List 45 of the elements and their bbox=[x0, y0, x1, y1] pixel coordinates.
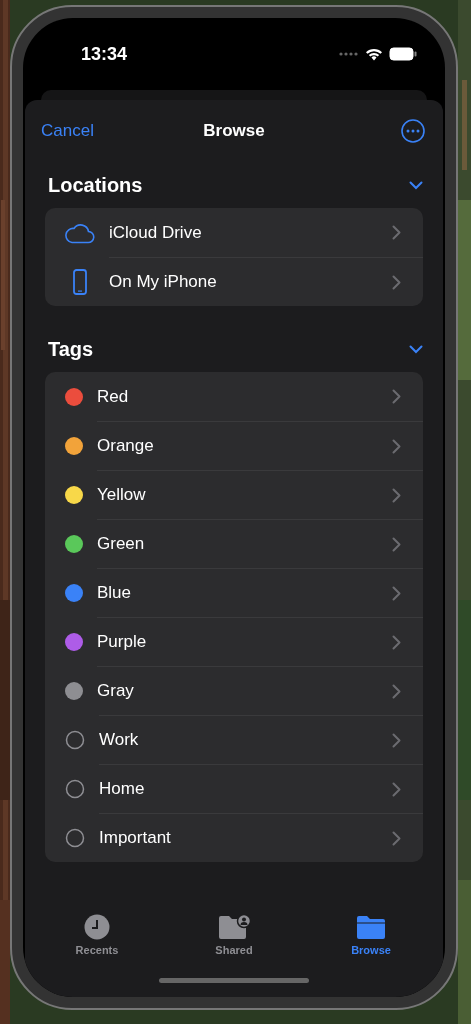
chevron-down-icon[interactable] bbox=[409, 344, 423, 354]
tag-label[interactable]: Home bbox=[99, 779, 145, 799]
cloud-icon bbox=[65, 221, 95, 244]
cancel-button[interactable]: Cancel bbox=[41, 121, 94, 141]
tag-label[interactable]: Yellow bbox=[97, 485, 146, 505]
tab-bar-item[interactable]: Shared bbox=[202, 914, 266, 956]
tag-label[interactable]: Purple bbox=[97, 632, 147, 652]
battery-icon bbox=[389, 47, 417, 61]
tag-label[interactable]: Red bbox=[97, 386, 129, 407]
tag-label[interactable]: Orange bbox=[97, 436, 154, 456]
chevron-right-icon bbox=[392, 781, 401, 797]
chevron-right-icon bbox=[392, 683, 401, 699]
empty-tag-circle bbox=[65, 778, 85, 799]
section-title: Locations bbox=[48, 173, 143, 197]
sheet-title: Browse bbox=[203, 121, 265, 141]
wifi-icon bbox=[365, 47, 383, 61]
chevron-right-icon bbox=[392, 585, 401, 601]
empty-tag-circle bbox=[65, 729, 85, 750]
status-time: 13:34 bbox=[81, 43, 128, 65]
chevron-right-icon bbox=[392, 487, 401, 503]
folder-icon bbox=[357, 914, 385, 940]
empty-tag-circle bbox=[65, 827, 85, 848]
shared-folder-icon bbox=[217, 914, 251, 940]
tab-bar-item[interactable]: Recents bbox=[65, 914, 129, 956]
tag-label[interactable]: Work bbox=[99, 730, 139, 750]
tag-label[interactable]: Blue bbox=[97, 583, 132, 603]
chevron-right-icon bbox=[392, 634, 401, 650]
chevron-right-icon bbox=[392, 274, 401, 290]
chevron-right-icon bbox=[392, 438, 401, 454]
more-icon[interactable] bbox=[401, 119, 425, 143]
chevron-right-icon bbox=[392, 830, 401, 846]
chevron-right-icon bbox=[392, 225, 401, 240]
location-label[interactable]: On My iPhone bbox=[109, 272, 217, 292]
chevron-right-icon bbox=[392, 536, 401, 552]
tag-label[interactable]: Gray bbox=[97, 681, 134, 701]
location-label[interactable]: iCloud Drive bbox=[109, 222, 202, 243]
tag-label[interactable]: Green bbox=[97, 534, 145, 554]
tab-bar-item[interactable]: Browse bbox=[339, 914, 403, 956]
chevron-right-icon bbox=[392, 732, 401, 748]
chevron-right-icon bbox=[392, 389, 401, 404]
clock-icon bbox=[84, 914, 110, 940]
chevron-down-icon[interactable] bbox=[409, 180, 423, 190]
section-title: Tags bbox=[48, 337, 94, 361]
signal-dots-icon bbox=[339, 52, 359, 56]
tag-label[interactable]: Important bbox=[99, 828, 171, 848]
